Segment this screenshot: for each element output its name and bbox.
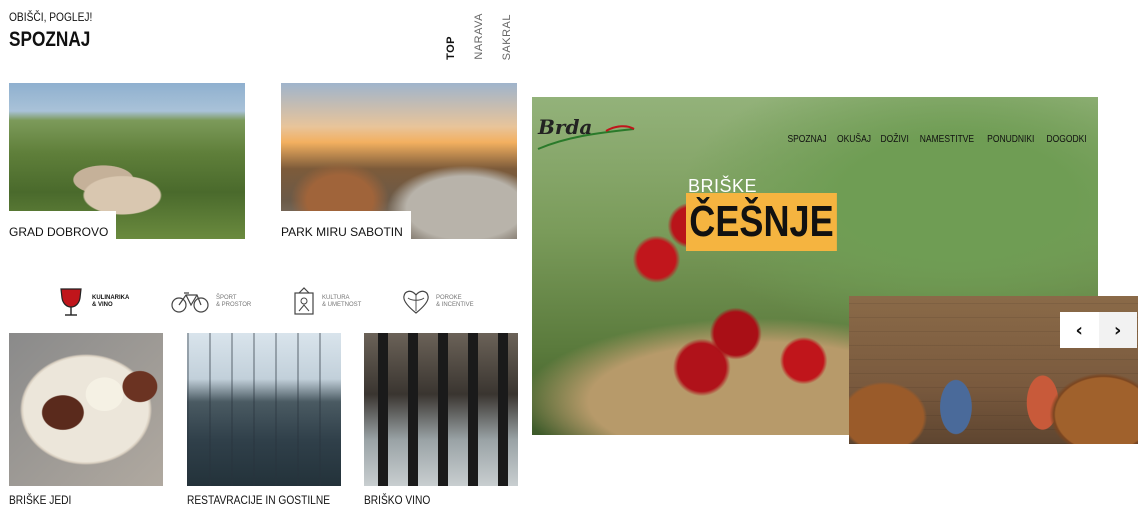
nav-item-namestitve[interactable]: NAMESTITVE (920, 134, 974, 145)
section-title: SPOZNAJ (9, 28, 91, 51)
category-sublabel: & VINO (92, 302, 113, 308)
nav-item-spoznaj[interactable]: SPOZNAJ (787, 134, 826, 145)
category-label: ŠPORT (216, 295, 237, 301)
card-label-briske-jedi[interactable]: BRIŠKE JEDI (9, 493, 71, 507)
filter-tabs: TOP NARAVA SAKRAL (441, 13, 521, 60)
category-sublabel: & UMETNOST (322, 302, 362, 308)
card-briske-jedi-image[interactable] (9, 333, 163, 486)
category-kulinarika[interactable]: KULINARIKA & VINO (56, 284, 129, 320)
culture-icon (294, 287, 314, 315)
tab-narava[interactable]: NARAVA (473, 13, 485, 60)
hero-headline: ČEŠNJE (686, 193, 837, 251)
category-sublabel: & PROSTOR (216, 302, 252, 308)
nav-item-dozivi[interactable]: DOŽIVI (881, 134, 909, 145)
category-label: POROKE (436, 295, 462, 301)
slider-controls: ‹ › (1060, 312, 1137, 348)
slider-next-button[interactable]: › (1098, 312, 1137, 348)
card-label-brisko-vino[interactable]: BRIŠKO VINO (364, 493, 430, 507)
category-poroke[interactable]: POROKE & INCENTIVE (402, 284, 474, 320)
slider-prev-button[interactable]: ‹ (1060, 312, 1099, 348)
wine-glass-icon (60, 288, 82, 316)
category-sport[interactable]: ŠPORT & PROSTOR (170, 284, 251, 320)
heart-icon (403, 290, 429, 314)
nav-item-okusaj[interactable]: OKUŠAJ (837, 134, 871, 145)
nav-item-dogodki[interactable]: DOGODKI (1046, 134, 1086, 145)
bicycle-icon (171, 292, 209, 313)
category-kultura[interactable]: KULTURA & UMETNOST (292, 284, 361, 320)
card-label: PARK MIRU SABOTIN (281, 211, 411, 239)
card-brisko-vino-image[interactable] (364, 333, 518, 486)
section-kicker: OBIŠČI, POGLEJ! (9, 10, 93, 24)
tab-top[interactable]: TOP (445, 36, 457, 60)
nav-item-ponudniki[interactable]: PONUDNIKI (987, 134, 1034, 145)
category-label: KULTURA (322, 295, 350, 301)
card-park-miru-sabotin[interactable]: PARK MIRU SABOTIN (281, 83, 517, 239)
site-logo[interactable]: Brda (538, 115, 592, 139)
category-label: KULINARIKA (92, 295, 130, 301)
card-label-restavracije[interactable]: RESTAVRACIJE IN GOSTILNE (187, 493, 330, 507)
card-restavracije-image[interactable] (187, 333, 341, 486)
card-label: GRAD DOBROVO (9, 211, 117, 239)
card-grad-dobrovo[interactable]: GRAD DOBROVO (9, 83, 245, 239)
category-bar: KULINARIKA & VINO ŠPORT & PROSTOR KULTURA &… (0, 284, 520, 320)
category-sublabel: & INCENTIVE (436, 302, 474, 308)
tab-sakral[interactable]: SAKRAL (501, 14, 513, 60)
main-nav: SPOZNAJ OKUŠAJ DOŽIVI NAMESTITVE PONUDNI… (784, 134, 1090, 145)
